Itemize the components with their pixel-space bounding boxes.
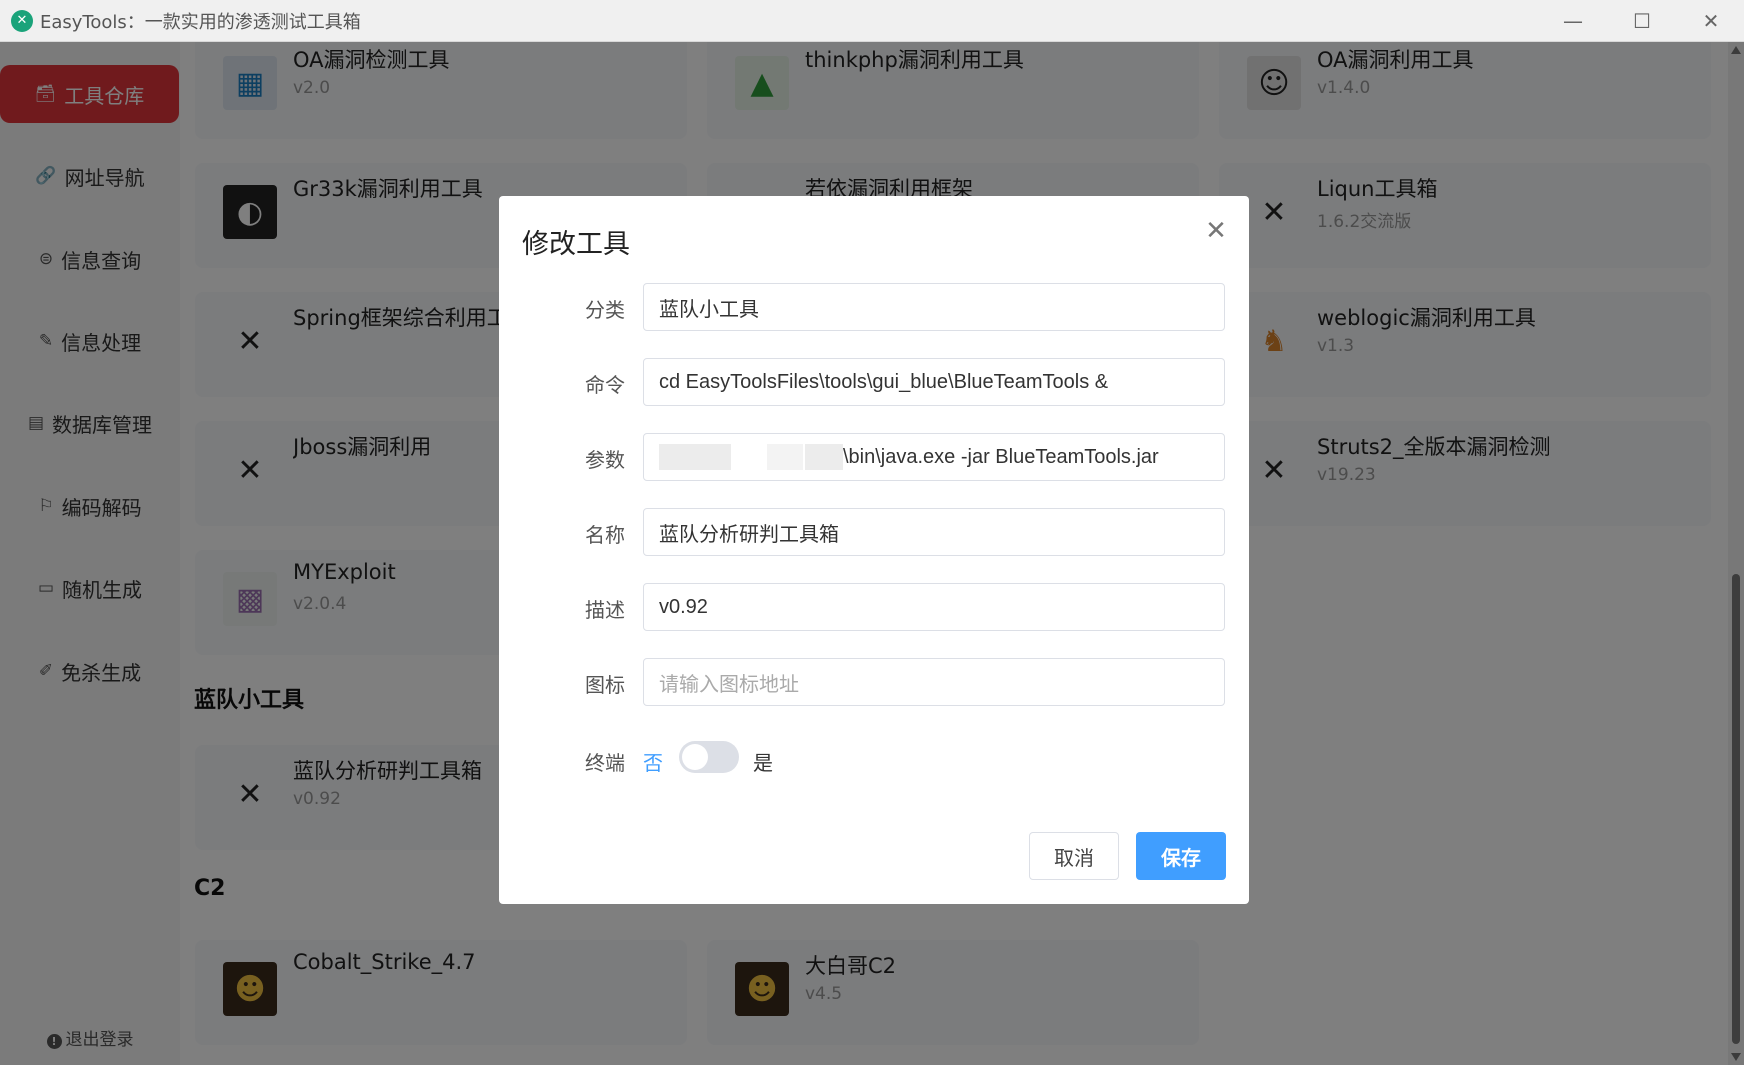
minimize-button[interactable]: —: [1538, 0, 1608, 42]
command-label: 命令: [585, 373, 625, 397]
edit-tool-dialog: 修改工具 ✕ 分类 蓝队小工具 命令 cd EasyToolsFiles\too…: [499, 196, 1249, 904]
close-icon[interactable]: ✕: [1201, 216, 1231, 246]
cancel-button[interactable]: 取消: [1029, 832, 1119, 880]
toggle-knob: [682, 744, 708, 770]
icon-url-input[interactable]: 请输入图标地址: [643, 658, 1225, 706]
desc-label: 描述: [585, 598, 625, 622]
app-logo-icon: ✕: [11, 9, 33, 32]
close-window-button[interactable]: ✕: [1676, 0, 1744, 42]
redacted-block: [805, 444, 843, 470]
terminal-label: 终端: [585, 751, 625, 775]
terminal-off-label[interactable]: 否: [643, 747, 663, 776]
dialog-title: 修改工具: [522, 229, 630, 260]
icon-label: 图标: [585, 673, 625, 697]
name-label: 名称: [585, 523, 625, 547]
command-input[interactable]: cd EasyToolsFiles\tools\gui_blue\BlueTea…: [643, 358, 1225, 406]
desc-input[interactable]: v0.92: [643, 583, 1225, 631]
save-button[interactable]: 保存: [1136, 832, 1226, 880]
redacted-block: [767, 444, 803, 470]
title-bar: ✕ EasyTools：一款实用的渗透测试工具箱 — ☐ ✕: [0, 0, 1744, 42]
window-title: EasyTools：一款实用的渗透测试工具箱: [40, 11, 361, 33]
maximize-button[interactable]: ☐: [1607, 0, 1677, 42]
category-label: 分类: [585, 298, 625, 322]
terminal-toggle[interactable]: [679, 741, 739, 773]
params-input[interactable]: \bin\java.exe -jar BlueTeamTools.jar: [643, 433, 1225, 481]
params-label: 参数: [585, 448, 625, 472]
name-input[interactable]: 蓝队分析研判工具箱: [643, 508, 1225, 556]
terminal-on-label[interactable]: 是: [753, 747, 773, 776]
params-value: \bin\java.exe -jar BlueTeamTools.jar: [843, 445, 1159, 468]
redacted-block: [659, 444, 731, 470]
category-input[interactable]: 蓝队小工具: [643, 283, 1225, 331]
